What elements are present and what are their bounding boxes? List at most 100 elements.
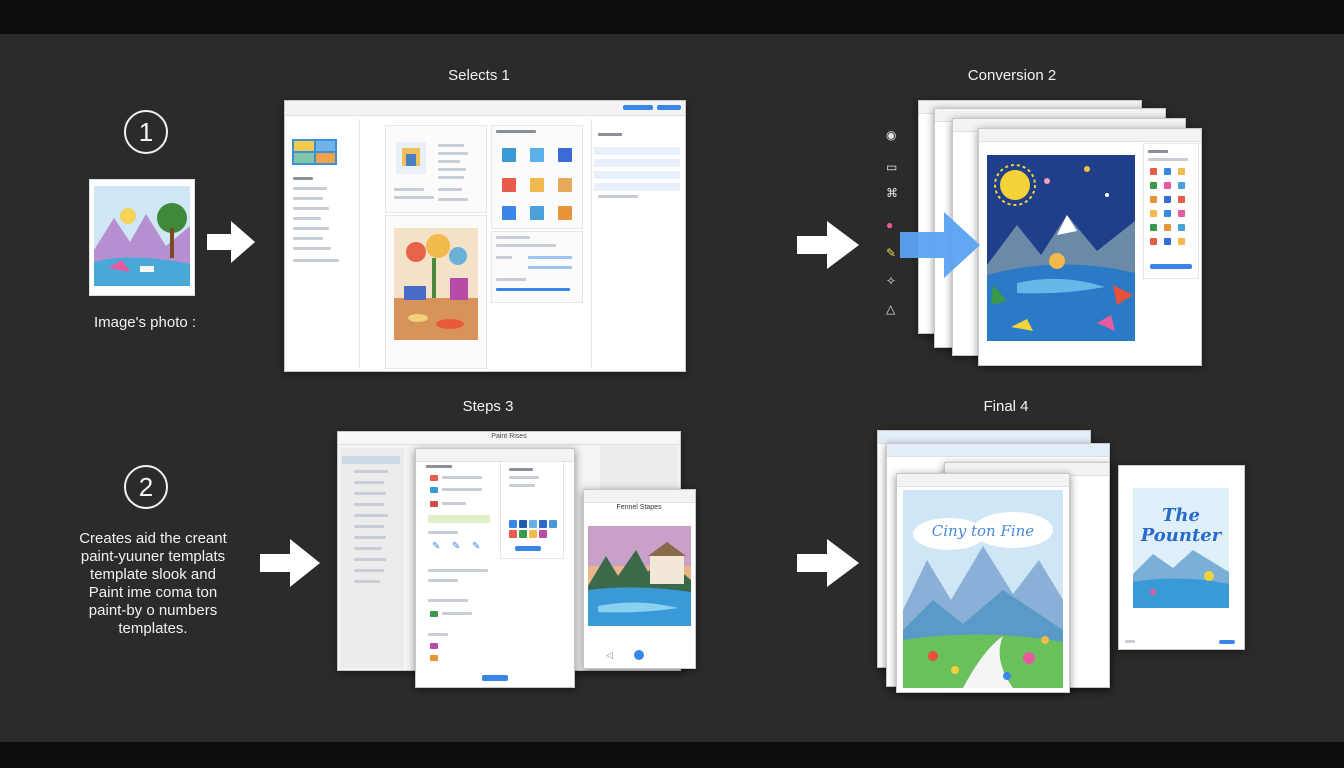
selects-app-window[interactable] [284, 100, 686, 372]
tool-icon[interactable] [1164, 224, 1171, 231]
color-swatch[interactable] [430, 487, 438, 493]
tool-icon[interactable] [1150, 196, 1157, 203]
line-icon[interactable] [502, 206, 516, 220]
step2-caption: Creates aid the creant paint-yuuner temp… [60, 530, 246, 638]
tools-panel [491, 125, 583, 229]
template-settings-window[interactable]: ✎ ✎ ✎ [415, 448, 575, 688]
brush-icon[interactable] [502, 148, 516, 162]
palette-panel [1143, 143, 1199, 279]
canvas-panel[interactable] [385, 215, 487, 369]
color-swatch[interactable] [430, 643, 438, 649]
palette-swatch[interactable] [509, 520, 517, 528]
list-item[interactable] [594, 147, 680, 155]
tool-icon[interactable] [1164, 238, 1171, 245]
selected-image-thumbnail[interactable] [292, 139, 337, 165]
image-preview-thumbnail[interactable] [396, 142, 426, 174]
lake-cabin-artwork [588, 526, 691, 626]
palette-swatch[interactable] [519, 530, 527, 538]
page-indicator[interactable] [634, 650, 644, 660]
pen-icon[interactable] [558, 148, 572, 162]
photo-caption: Image's photo : [93, 314, 197, 331]
arrow-right-icon [260, 539, 320, 587]
target-icon[interactable]: ◉ [886, 128, 896, 142]
crop-icon[interactable] [558, 206, 572, 220]
color-swatch[interactable] [430, 655, 438, 661]
tool-icon[interactable] [1164, 168, 1171, 175]
step-title-4: Final 4 [983, 398, 1029, 415]
tool-icon[interactable] [1164, 210, 1171, 217]
tool-icon[interactable] [1178, 168, 1185, 175]
palette-card [500, 461, 564, 559]
palette-swatch[interactable] [519, 520, 527, 528]
source-photo [89, 179, 195, 296]
pen-icon[interactable]: ✎ [452, 541, 460, 552]
list-item-selected[interactable] [342, 456, 400, 464]
highlight-row[interactable] [428, 515, 490, 523]
still-life-artwork [394, 228, 478, 340]
pen-icon[interactable]: ✎ [886, 246, 896, 260]
step-title-3: Steps 3 [462, 398, 514, 415]
toolbar-button[interactable] [657, 105, 681, 110]
tool-icon[interactable] [1178, 210, 1185, 217]
generate-button[interactable] [515, 546, 541, 551]
palette-swatch[interactable] [509, 530, 517, 538]
title-bar: Paint Rises [338, 432, 680, 445]
small-poster-window[interactable]: The Pounter [1118, 465, 1245, 650]
palette-swatch[interactable] [539, 530, 547, 538]
create-button[interactable] [482, 675, 508, 681]
palette-swatch[interactable] [549, 520, 557, 528]
poster-title-text: Ciny ton Fine [931, 522, 1035, 540]
pencil-icon[interactable] [502, 178, 516, 192]
caption-line: paint-yuuner templats [80, 548, 226, 565]
tool-icon[interactable] [1178, 224, 1185, 231]
color-swatch[interactable] [430, 475, 438, 481]
window-title: Paint Rises [491, 433, 527, 440]
blue-arrow-icon [900, 212, 980, 278]
shape-icon[interactable] [530, 206, 544, 220]
list-item[interactable] [594, 183, 680, 191]
apply-button[interactable] [1150, 264, 1192, 269]
palette-swatch[interactable] [529, 530, 537, 538]
eraser-icon[interactable] [558, 178, 572, 192]
tool-icon[interactable] [1150, 210, 1157, 217]
color-swatch[interactable] [430, 501, 438, 507]
properties-panel [385, 125, 487, 213]
export-button[interactable] [1219, 640, 1235, 644]
preview-title: Fennel Stapes [616, 504, 662, 511]
landscape-photo-art [94, 186, 190, 286]
top-band [0, 0, 1344, 34]
toolbar-button[interactable] [623, 105, 653, 110]
step-title-2: Conversion 2 [967, 67, 1057, 84]
fill-icon[interactable] [530, 148, 544, 162]
conversion-app-window[interactable] [978, 128, 1202, 366]
final-poster-window[interactable]: Ciny ton Fine [896, 473, 1070, 693]
list-item[interactable] [594, 171, 680, 179]
caption-line: Creates aid the creant [79, 530, 227, 547]
pencil-icon[interactable]: ✎ [472, 541, 480, 552]
document-icon[interactable]: ▭ [886, 160, 897, 174]
tool-icon[interactable] [1178, 196, 1185, 203]
tool-icon[interactable] [1164, 182, 1171, 189]
tool-icon[interactable] [1150, 168, 1157, 175]
user-icon[interactable]: ✧ [886, 274, 896, 288]
arrow-right-icon [797, 539, 859, 587]
small-poster-title: The Pounter [1140, 505, 1222, 546]
tool-icon[interactable] [1150, 224, 1157, 231]
list-item[interactable] [594, 159, 680, 167]
tool-icon[interactable] [1178, 182, 1185, 189]
tag-icon[interactable]: ⌘ [886, 186, 898, 200]
back-icon[interactable]: ◁ [606, 650, 613, 661]
brush-icon[interactable]: ✎ [432, 541, 440, 552]
tool-icon[interactable] [1150, 238, 1157, 245]
bell-icon[interactable]: △ [886, 302, 895, 316]
palette-swatch[interactable] [529, 520, 537, 528]
palette-icon[interactable]: ● [886, 218, 893, 232]
image-icon[interactable] [530, 178, 544, 192]
tool-icon[interactable] [1150, 182, 1157, 189]
title-bar [979, 129, 1201, 142]
preview-window[interactable]: Fennel Stapes ◁ [583, 489, 696, 669]
tool-icon[interactable] [1178, 238, 1185, 245]
palette-swatch[interactable] [539, 520, 547, 528]
tool-icon[interactable] [1164, 196, 1171, 203]
color-swatch[interactable] [430, 611, 438, 617]
